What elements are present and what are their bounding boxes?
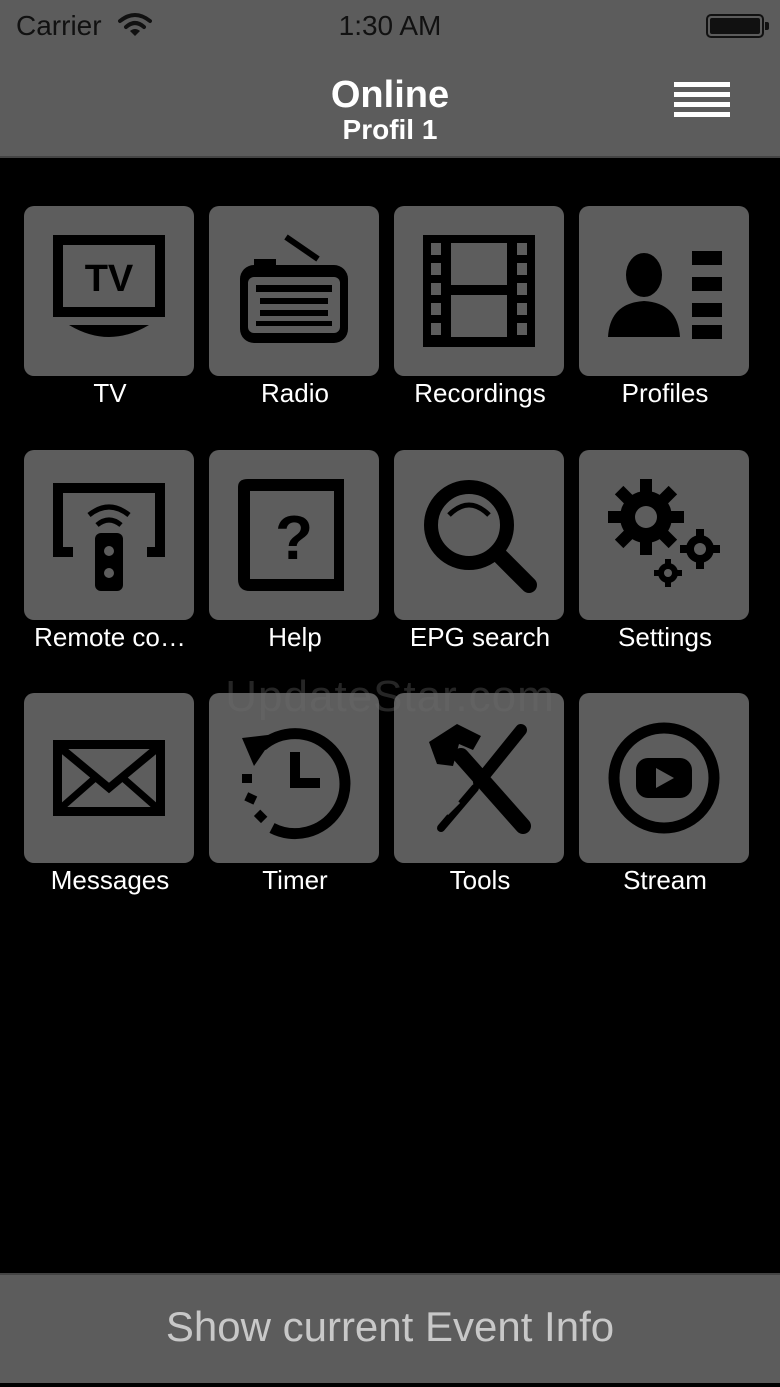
- svg-text:?: ?: [275, 504, 313, 573]
- clock-history-icon: [242, 728, 351, 840]
- battery-icon: [706, 14, 769, 38]
- gears-icon: [608, 479, 720, 587]
- help-book-icon: ?: [238, 479, 344, 591]
- remote-control-icon: [53, 483, 165, 591]
- navigation-bar: Online Profil 1: [0, 56, 780, 158]
- tile-label: Recordings: [414, 378, 546, 408]
- tile-label: Stream: [623, 865, 707, 895]
- tile-label: Remote co…: [34, 622, 186, 652]
- tile-profiles[interactable]: Profiles: [579, 206, 751, 446]
- page-title: Online: [330, 74, 450, 116]
- show-event-info-button[interactable]: Show current Event Info: [0, 1273, 780, 1383]
- svg-text:TV: TV: [85, 258, 134, 300]
- tile-recordings[interactable]: Recordings: [394, 206, 566, 446]
- status-bar: Carrier 1:30 AM: [0, 0, 780, 56]
- tile-messages[interactable]: Messages: [24, 693, 196, 933]
- tile-timer[interactable]: Timer: [209, 693, 381, 933]
- film-icon: [423, 235, 535, 347]
- tile-label: Radio: [261, 378, 329, 408]
- tile-radio[interactable]: Radio: [209, 206, 381, 446]
- hamburger-menu-button[interactable]: [670, 80, 734, 124]
- hamburger-icon: [674, 82, 730, 87]
- tv-icon: TV: [53, 235, 165, 337]
- tile-remote-control[interactable]: Remote co…: [24, 450, 196, 690]
- clock-time: 1:30 AM: [338, 10, 442, 41]
- tile-label: TV: [93, 378, 127, 408]
- hammer-screwdriver-icon: [429, 724, 531, 834]
- envelope-icon: [53, 740, 165, 816]
- show-event-info-label: Show current Event Info: [165, 1303, 615, 1350]
- tile-label: Messages: [50, 865, 170, 895]
- profile-card-icon: [608, 251, 722, 339]
- tile-tools[interactable]: Tools: [394, 693, 566, 933]
- tile-label: Settings: [618, 622, 712, 652]
- tile-settings[interactable]: Settings: [579, 450, 751, 690]
- tile-label: Help: [268, 622, 322, 652]
- tile-epg-search[interactable]: EPG search: [394, 450, 566, 690]
- profile-subtitle: Profil 1: [342, 114, 438, 145]
- tile-label: EPG search: [409, 622, 551, 652]
- tile-label: Tools: [449, 865, 511, 895]
- tile-label: Timer: [262, 865, 328, 895]
- tile-label: Profiles: [621, 378, 709, 408]
- play-stream-icon: [608, 722, 720, 834]
- tile-tv[interactable]: TV TV: [24, 206, 196, 446]
- tile-stream[interactable]: Stream: [579, 693, 751, 933]
- radio-icon: [240, 234, 348, 343]
- tile-help[interactable]: ? Help: [209, 450, 381, 690]
- magnifier-icon: [424, 480, 537, 593]
